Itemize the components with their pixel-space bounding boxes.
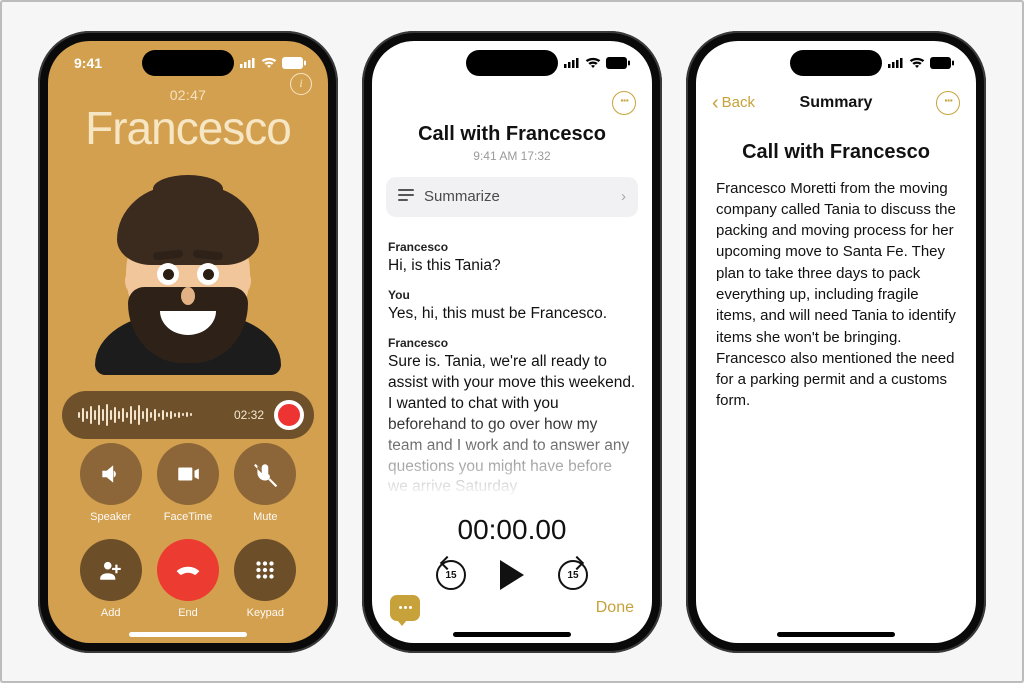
back-button[interactable]: ‹ Back	[712, 93, 755, 113]
signal-icon	[240, 57, 256, 68]
chevron-right-icon: ›	[621, 188, 626, 205]
phone-call-screen: 9:41 i 02:47 Francesco	[38, 31, 338, 653]
three-phone-mock: 9:41 i 02:47 Francesco	[0, 0, 1024, 683]
recording-time: 02:32	[234, 408, 264, 422]
note-title: Call with Francesco	[372, 123, 652, 146]
transcript-speaker: Francesco	[388, 239, 636, 255]
contact-memoji	[83, 159, 293, 369]
more-options-button[interactable]: ···	[936, 91, 960, 115]
status-time: 9:41	[74, 55, 102, 71]
summarize-button[interactable]: Summarize ›	[386, 177, 638, 217]
note-subtitle: 9:41 AM 17:32	[372, 149, 652, 163]
play-button[interactable]	[500, 560, 524, 590]
transcript-line: Yes, hi, this must be Francesco.	[388, 304, 636, 325]
facetime-button[interactable]: FaceTime	[149, 443, 226, 523]
skip-forward-15-button[interactable]: 15	[558, 560, 588, 590]
end-call-button[interactable]: End	[149, 539, 226, 619]
transcript-speaker: You	[388, 287, 636, 303]
caller-name: Francesco	[48, 105, 328, 151]
phone-summary-screen: . ‹ Back Summary ··· Call with Francesco	[686, 31, 986, 653]
transcript-line: Sure is. Tania, we're all ready to assis…	[388, 352, 636, 498]
signal-icon	[888, 57, 904, 68]
phone-transcript-screen: . ··· Call with Francesco 9:41 AM 17:32	[362, 31, 662, 653]
dynamic-island	[142, 50, 234, 76]
summarize-icon	[398, 188, 414, 206]
home-indicator[interactable]	[129, 632, 247, 637]
battery-icon	[606, 57, 630, 69]
signal-icon	[564, 57, 580, 68]
transcript-line: Hi, is this Tania?	[388, 256, 636, 277]
wifi-icon	[909, 57, 925, 69]
home-indicator[interactable]	[453, 632, 571, 637]
transcript-speaker: Francesco	[388, 335, 636, 351]
battery-icon	[930, 57, 954, 69]
summarize-label: Summarize	[424, 188, 500, 205]
playback-timer: 00:00.00	[372, 514, 652, 546]
call-controls: Speaker FaceTime Mute Add End	[48, 443, 328, 619]
home-indicator[interactable]	[777, 632, 895, 637]
summary-body: Francesco Moretti from the moving compan…	[696, 164, 976, 412]
more-options-button[interactable]: ···	[612, 91, 636, 115]
wifi-icon	[261, 57, 277, 69]
dynamic-island	[790, 50, 882, 76]
mute-button[interactable]: Mute	[227, 443, 304, 523]
skip-back-15-button[interactable]: 15	[436, 560, 466, 590]
done-button[interactable]: Done	[596, 599, 634, 617]
speaker-button[interactable]: Speaker	[72, 443, 149, 523]
add-call-button[interactable]: Add	[72, 539, 149, 619]
dynamic-island	[466, 50, 558, 76]
wifi-icon	[585, 57, 601, 69]
transcript: Francesco Hi, is this Tania? You Yes, hi…	[372, 229, 652, 499]
chevron-left-icon: ‹	[712, 93, 719, 113]
transcript-chat-button[interactable]	[390, 595, 420, 621]
waveform-icon	[78, 404, 224, 426]
call-duration: 02:47	[48, 87, 328, 103]
recording-pill[interactable]: 02:32	[62, 391, 314, 439]
keypad-button[interactable]: Keypad	[227, 539, 304, 619]
record-button[interactable]	[274, 400, 304, 430]
battery-icon	[282, 57, 306, 69]
summary-heading: Call with Francesco	[696, 141, 976, 164]
